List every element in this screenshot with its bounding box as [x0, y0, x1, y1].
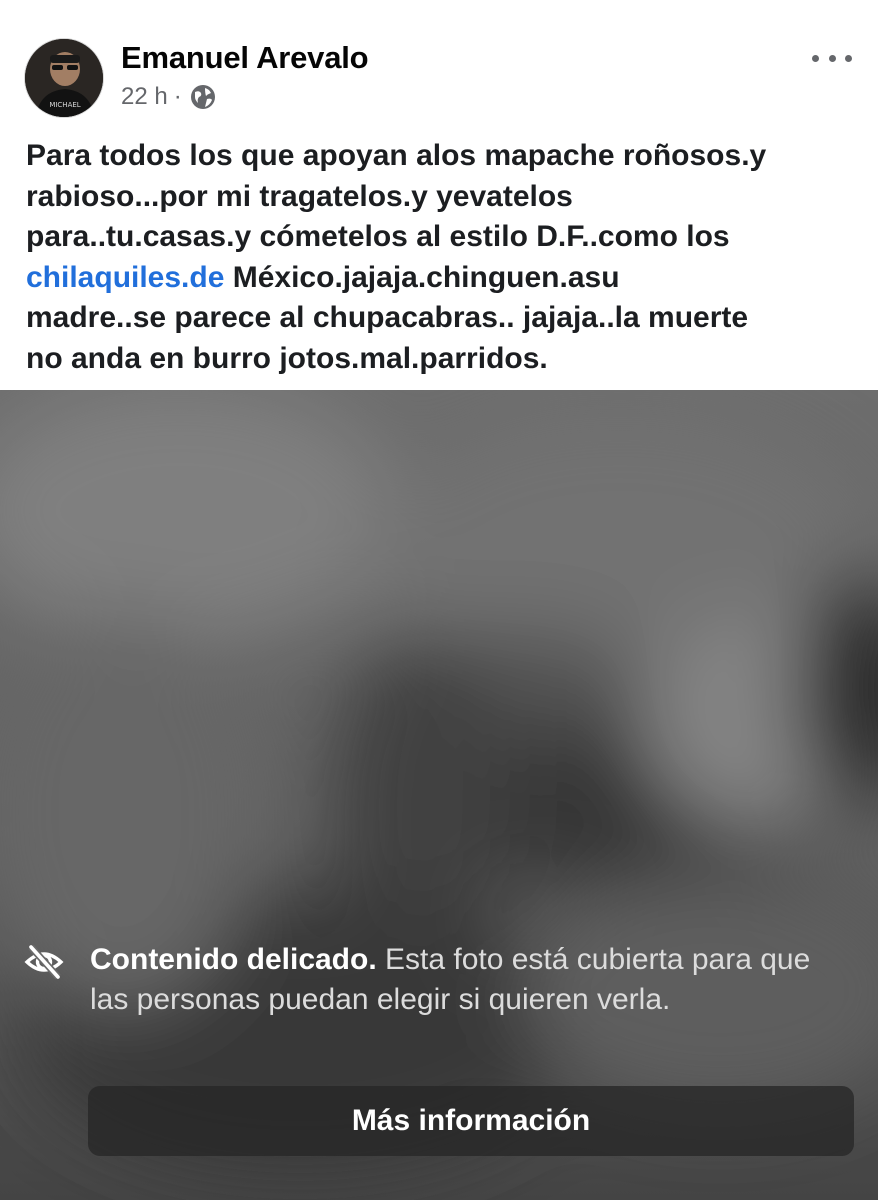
blurred-photo[interactable]: Contenido delicado. Esta foto está cubie… — [0, 390, 878, 1200]
post-text-line: madre..se parece al chupacabras.. jajaja… — [26, 301, 749, 334]
more-options-button[interactable] — [812, 48, 852, 68]
svg-text:MICHAEL: MICHAEL — [49, 101, 80, 109]
more-info-button[interactable]: Más información — [88, 1086, 854, 1156]
more-horizontal-icon — [812, 54, 819, 62]
facebook-post: MICHAEL Emanuel Arevalo 22 h · Para todo… — [0, 0, 878, 1200]
post-meta: 22 h · — [121, 83, 216, 111]
post-text: Para todos los que apoyan alos mapache r… — [26, 136, 866, 379]
post-text-line: no anda en burro jotos.mal.parridos. — [26, 341, 548, 375]
post-text-line: para..tu.casas.y cómetelos al estilo D.F… — [26, 220, 730, 253]
avatar[interactable]: MICHAEL — [24, 38, 104, 118]
post-timestamp[interactable]: 22 h — [121, 83, 168, 111]
sensitive-content-title: Contenido delicado. — [90, 943, 377, 976]
post-text-line: chilaquiles.de México.jajaja.chinguen.as… — [26, 258, 866, 299]
post-text-segment: México.jajaja.chinguen.asu — [224, 260, 620, 294]
post-link[interactable]: chilaquiles.de — [26, 261, 224, 294]
post-header: MICHAEL Emanuel Arevalo 22 h · — [0, 0, 878, 120]
meta-separator: · — [173, 83, 182, 110]
eye-off-icon — [24, 942, 64, 982]
post-text-line: rabioso...por mi tragatelos.y yevatelos — [26, 179, 573, 213]
sensitive-content-text: Contenido delicado. Esta foto está cubie… — [90, 940, 850, 1020]
avatar-image: MICHAEL — [25, 39, 103, 117]
post-text-line: Para todos los que apoyan alos mapache r… — [26, 139, 767, 172]
globe-icon[interactable] — [190, 84, 216, 110]
blurred-photo-image — [0, 390, 878, 1200]
author-name[interactable]: Emanuel Arevalo — [121, 40, 369, 76]
